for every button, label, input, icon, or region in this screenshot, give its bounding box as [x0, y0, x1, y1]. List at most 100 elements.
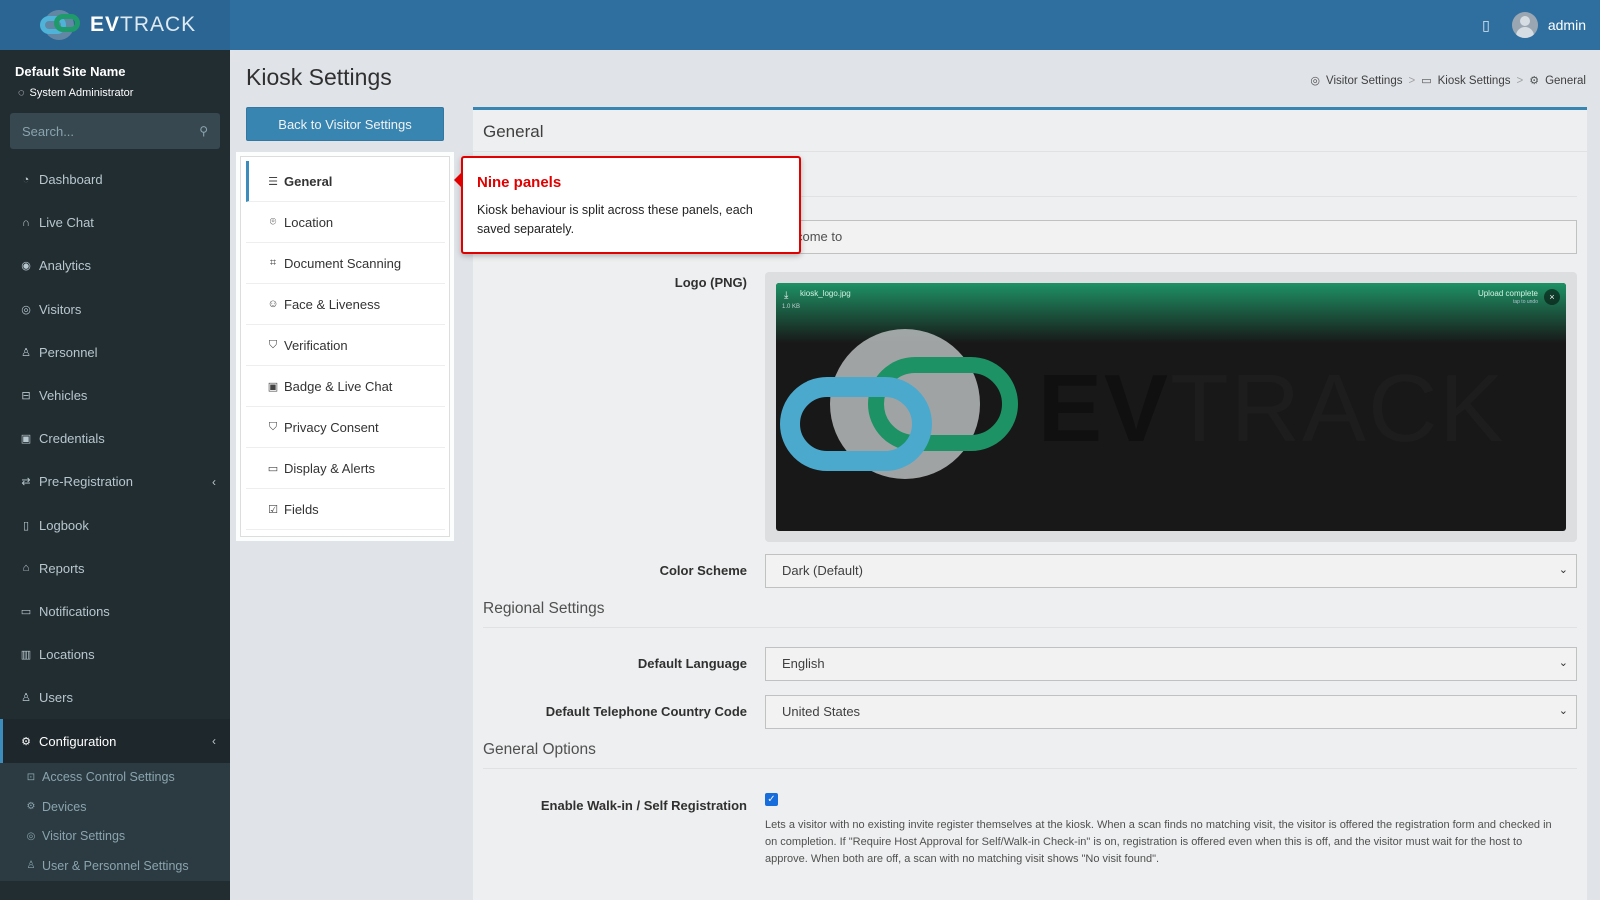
- map-pin-icon: ⌾: [269, 215, 277, 228]
- personnel-icon: ♙: [21, 346, 31, 359]
- panel-title: General: [473, 110, 1587, 152]
- sidebar-subitem-visitor-settings[interactable]: ◎ Visitor Settings: [0, 822, 230, 852]
- sliders-icon: ☰: [268, 175, 278, 188]
- menu-item-fields[interactable]: ☑ Fields: [246, 489, 445, 530]
- lock-icon: ⊡: [26, 771, 36, 783]
- divider: [483, 627, 1577, 628]
- logo-upload[interactable]: ⤓ kiosk_logo.jpg 1.0 KB Upload complete …: [765, 272, 1577, 542]
- scan-icon: ⌗: [269, 256, 277, 269]
- sidebar-item-live-chat[interactable]: ∩ Live Chat: [0, 201, 230, 244]
- menu-item-location[interactable]: ⌾ Location: [246, 202, 445, 243]
- walkin-help-text: Lets a visitor with no existing invite r…: [765, 819, 1552, 865]
- breadcrumb-kiosk-settings[interactable]: Kiosk Settings: [1438, 75, 1511, 87]
- country-code-select[interactable]: United States ⌄: [765, 695, 1577, 729]
- credentials-icon: ▣: [20, 433, 32, 446]
- sidebar-item-reports[interactable]: ⌂ Reports: [0, 547, 230, 590]
- sidebar-subitem-access-control[interactable]: ⊡ Access Control Settings: [0, 763, 230, 793]
- upload-undo-hint[interactable]: tap to undo: [1513, 299, 1538, 305]
- sidebar-nav: ◔ Dashboard ∩ Live Chat ◉ Analytics ◎ Visito…: [0, 158, 230, 881]
- analytics-icon: ◉: [21, 260, 31, 273]
- evtrack-logo-image: [780, 329, 1030, 489]
- settings-menu: ☰ General ⌾ Location ⌗ Document Scanning ☺ F…: [240, 156, 450, 537]
- book-icon: ▯: [22, 519, 30, 532]
- breadcrumb-general: General: [1545, 74, 1586, 87]
- chevron-left-icon: ‹: [212, 474, 216, 489]
- sidebar-item-dashboard[interactable]: ◔ Dashboard: [0, 158, 230, 201]
- configuration-submenu: ⊡ Access Control Settings ⚙ Devices ◎ Visit…: [0, 762, 230, 881]
- user-icon: ◌: [18, 87, 25, 99]
- page-title: Kiosk Settings: [246, 64, 392, 90]
- general-options-heading: General Options: [483, 741, 596, 758]
- menu-item-general[interactable]: ☰ General: [246, 161, 445, 202]
- logo-preview: ⤓ kiosk_logo.jpg 1.0 KB Upload complete …: [776, 283, 1566, 531]
- eye-icon: ◎: [26, 830, 36, 842]
- reports-icon: ⌂: [22, 562, 30, 575]
- chevron-left-icon: ‹: [212, 734, 216, 749]
- menu-item-privacy-consent[interactable]: ⛉ Privacy Consent: [246, 407, 445, 448]
- breadcrumb: ◎ Visitor Settings > ▭ Kiosk Settings > …: [1310, 74, 1586, 88]
- sidebar-subitem-devices[interactable]: ⚙ Devices: [0, 792, 230, 822]
- download-icon[interactable]: ⤓: [784, 290, 788, 301]
- menu-item-display-alerts[interactable]: ▭ Display & Alerts: [246, 448, 445, 489]
- user-role: ◌ System Administrator: [18, 87, 134, 99]
- gear-icon: ⚙: [1529, 75, 1540, 87]
- walkin-label: Enable Walk-in / Self Registration: [540, 798, 747, 813]
- country-code-label: Default Telephone Country Code: [545, 704, 747, 719]
- breadcrumb-separator: >: [1408, 74, 1416, 87]
- logo-label: Logo (PNG): [674, 275, 747, 290]
- gear-icon: ⚙: [21, 735, 31, 748]
- search-icon[interactable]: ⚲: [199, 124, 208, 138]
- site-name: Default Site Name: [15, 64, 126, 79]
- sidebar-item-locations[interactable]: ▥ Locations: [0, 633, 230, 676]
- sidebar-subitem-user-personnel[interactable]: ♙ User & Personnel Settings: [0, 851, 230, 881]
- breadcrumb-visitor-settings[interactable]: Visitor Settings: [1326, 75, 1403, 87]
- menu-item-badge-live-chat[interactable]: ▣ Badge & Live Chat: [246, 366, 445, 407]
- chevron-down-icon: ⌄: [1558, 705, 1568, 717]
- user-menu[interactable]: admin: [1548, 17, 1586, 33]
- map-icon: ▥: [20, 649, 32, 662]
- sidebar-item-configuration[interactable]: ⚙ Configuration ‹: [0, 719, 230, 763]
- sidebar-item-personnel[interactable]: ♙ Personnel: [0, 331, 230, 374]
- eye-icon: ◎: [1310, 75, 1320, 87]
- sidebar-search: ⚲: [10, 113, 220, 149]
- exchange-icon: ⇄: [21, 476, 31, 489]
- sidebar-item-analytics[interactable]: ◉ Analytics: [0, 244, 230, 287]
- regional-settings-heading: Regional Settings: [483, 600, 605, 617]
- notifications-icon: ▭: [20, 605, 32, 618]
- shield-icon: ⛉: [268, 420, 278, 433]
- welcome-message-input[interactable]: come to: [785, 220, 1577, 254]
- headset-icon: ∩: [22, 216, 30, 229]
- color-scheme-select[interactable]: Dark (Default) ⌄: [765, 554, 1577, 588]
- monitor-icon: ▭: [1421, 75, 1432, 87]
- brand-logo[interactable]: EVTRACK: [0, 0, 230, 50]
- sidebar-item-logbook[interactable]: ▯ Logbook: [0, 504, 230, 547]
- upload-status: Upload complete: [1477, 289, 1538, 298]
- menu-item-face-liveness[interactable]: ☺ Face & Liveness: [246, 284, 445, 325]
- back-to-visitor-settings-button[interactable]: Back to Visitor Settings: [246, 107, 444, 141]
- walkin-checkbox[interactable]: ✓: [765, 793, 778, 806]
- sidebar-item-users[interactable]: ♙ Users: [0, 676, 230, 719]
- default-language-select[interactable]: English ⌄: [765, 647, 1577, 681]
- shield-check-icon: ⛉: [268, 338, 278, 351]
- upload-filename: kiosk_logo.jpg: [800, 289, 851, 298]
- sidebar-item-visitors[interactable]: ◎ Visitors: [0, 288, 230, 331]
- remove-file-icon[interactable]: ×: [1544, 289, 1560, 305]
- door-icon[interactable]: ▯: [1482, 17, 1490, 34]
- evtrack-logo-icon: [38, 10, 84, 40]
- avatar[interactable]: [1511, 12, 1538, 38]
- checklist-icon: ☑: [268, 503, 278, 516]
- chevron-down-icon: ⌄: [1558, 564, 1568, 576]
- sidebar-item-notifications[interactable]: ▭ Notifications: [0, 590, 230, 633]
- user-icon: ♙: [26, 860, 36, 872]
- sidebar-item-credentials[interactable]: ▣ Credentials: [0, 417, 230, 460]
- sidebar-item-vehicles[interactable]: ⊟ Vehicles: [0, 374, 230, 417]
- chevron-down-icon: ⌄: [1558, 657, 1568, 669]
- sidebar: Default Site Name ◌ System Administrator …: [0, 50, 230, 900]
- sidebar-item-pre-registration[interactable]: ⇄ Pre-Registration ‹: [0, 460, 230, 503]
- menu-item-verification[interactable]: ⛉ Verification: [246, 325, 445, 366]
- logo-wordmark: EVTRACK: [1038, 355, 1506, 462]
- search-input[interactable]: [22, 123, 182, 139]
- menu-item-document-scanning[interactable]: ⌗ Document Scanning: [246, 243, 445, 284]
- display-icon: ▭: [267, 462, 279, 475]
- users-icon: ♙: [21, 692, 31, 705]
